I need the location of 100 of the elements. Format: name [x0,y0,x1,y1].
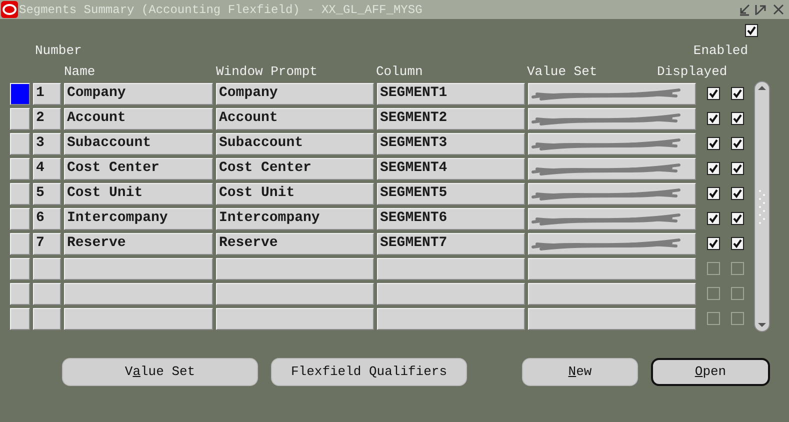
table-cell[interactable]: Intercompany [216,208,374,230]
checkbox[interactable] [707,87,720,100]
table-cell[interactable] [528,82,696,104]
table-cell[interactable] [528,232,696,254]
column-header: Number [35,42,82,60]
table-cell[interactable] [377,308,525,330]
table-cell[interactable]: SEGMENT4 [377,158,525,180]
row-selector[interactable] [10,308,30,330]
table-cell[interactable]: SEGMENT5 [377,182,525,204]
scroll-down-icon[interactable] [757,322,767,328]
action-button[interactable]: New [522,358,638,386]
row-selector[interactable] [10,82,30,104]
table-cell[interactable]: SEGMENT2 [377,108,525,130]
table-cell[interactable] [528,258,696,280]
table-cell[interactable] [216,308,374,330]
checkbox[interactable] [707,212,720,225]
minimize-icon[interactable] [738,3,751,16]
table-cell[interactable] [528,282,696,304]
row-selector[interactable] [10,132,30,154]
table-cell[interactable] [33,308,61,330]
table-cell[interactable]: Company [216,82,374,104]
table-cell[interactable] [33,282,61,304]
row-selector[interactable] [10,282,30,304]
table-cell[interactable]: 5 [33,182,61,204]
checkbox[interactable] [745,24,758,37]
row-selector[interactable] [10,258,30,280]
app-logo-icon [1,1,18,18]
scroll-up-icon[interactable] [757,85,767,91]
table-cell[interactable] [377,258,525,280]
checkbox[interactable] [731,262,744,275]
checkbox[interactable] [707,137,720,150]
table-cell[interactable]: Cost Center [64,158,213,180]
table-cell[interactable]: 1 [33,82,61,104]
row-selector[interactable] [10,232,30,254]
table-cell[interactable] [528,182,696,204]
table-cell[interactable]: 2 [33,108,61,130]
checkbox[interactable] [707,112,720,125]
table-cell[interactable] [528,308,696,330]
table-cell[interactable]: Subaccount [216,132,374,154]
table-cell[interactable]: Cost Unit [64,182,213,204]
table-cell[interactable] [33,258,61,280]
table-cell[interactable] [528,132,696,154]
table-cell[interactable]: Reserve [64,232,213,254]
action-button[interactable]: Value Set [62,358,258,386]
column-header: Enabled [693,42,748,60]
column-header: Value Set [527,65,598,78]
table-cell[interactable]: Account [64,108,213,130]
column-header: Name [64,65,96,78]
close-icon[interactable] [772,3,785,16]
table-cell[interactable] [64,258,213,280]
checkbox[interactable] [731,187,744,200]
action-button[interactable]: Flexfield Qualifiers [271,358,467,386]
table-cell[interactable]: Cost Center [216,158,374,180]
checkbox[interactable] [707,187,720,200]
table-cell[interactable] [528,158,696,180]
column-header: Displayed [657,65,728,78]
table-cell[interactable]: SEGMENT6 [377,208,525,230]
checkbox[interactable] [731,312,744,325]
checkbox[interactable] [731,112,744,125]
checkbox[interactable] [731,137,744,150]
checkbox[interactable] [707,287,720,300]
table-cell[interactable]: 7 [33,232,61,254]
table-cell[interactable] [528,208,696,230]
checkbox[interactable] [707,262,720,275]
checkbox[interactable] [731,87,744,100]
table-cell[interactable]: 4 [33,158,61,180]
row-selector[interactable] [10,182,30,204]
row-selector[interactable] [10,208,30,230]
table-cell[interactable] [64,282,213,304]
table-cell[interactable] [64,308,213,330]
column-header: Window Prompt [216,65,318,78]
table-cell[interactable]: Cost Unit [216,182,374,204]
table-cell[interactable] [216,258,374,280]
table-cell[interactable]: Intercompany [64,208,213,230]
column-header: Column [376,65,424,78]
table-cell[interactable]: SEGMENT1 [377,82,525,104]
window-title: Segments Summary (Accounting Flexfield) - XX_GL_AFF_MYSG [19,2,422,18]
table-cell[interactable]: 6 [33,208,61,230]
checkbox[interactable] [707,312,720,325]
scrollbar[interactable] [754,81,770,332]
checkbox[interactable] [731,162,744,175]
table-cell[interactable]: SEGMENT3 [377,132,525,154]
table-cell[interactable]: Reserve [216,232,374,254]
checkbox[interactable] [731,287,744,300]
table-cell[interactable]: Subaccount [64,132,213,154]
table-cell[interactable] [528,108,696,130]
table-cell[interactable]: SEGMENT7 [377,232,525,254]
table-cell[interactable] [216,282,374,304]
table-cell[interactable]: Company [64,82,213,104]
maximize-icon[interactable] [755,3,768,16]
row-selector[interactable] [10,108,30,130]
table-cell[interactable]: Account [216,108,374,130]
checkbox[interactable] [707,237,720,250]
row-selector[interactable] [10,158,30,180]
table-cell[interactable]: 3 [33,132,61,154]
checkbox[interactable] [731,237,744,250]
action-button[interactable]: Open [651,358,770,386]
checkbox[interactable] [707,162,720,175]
checkbox[interactable] [731,212,744,225]
table-cell[interactable] [377,282,525,304]
